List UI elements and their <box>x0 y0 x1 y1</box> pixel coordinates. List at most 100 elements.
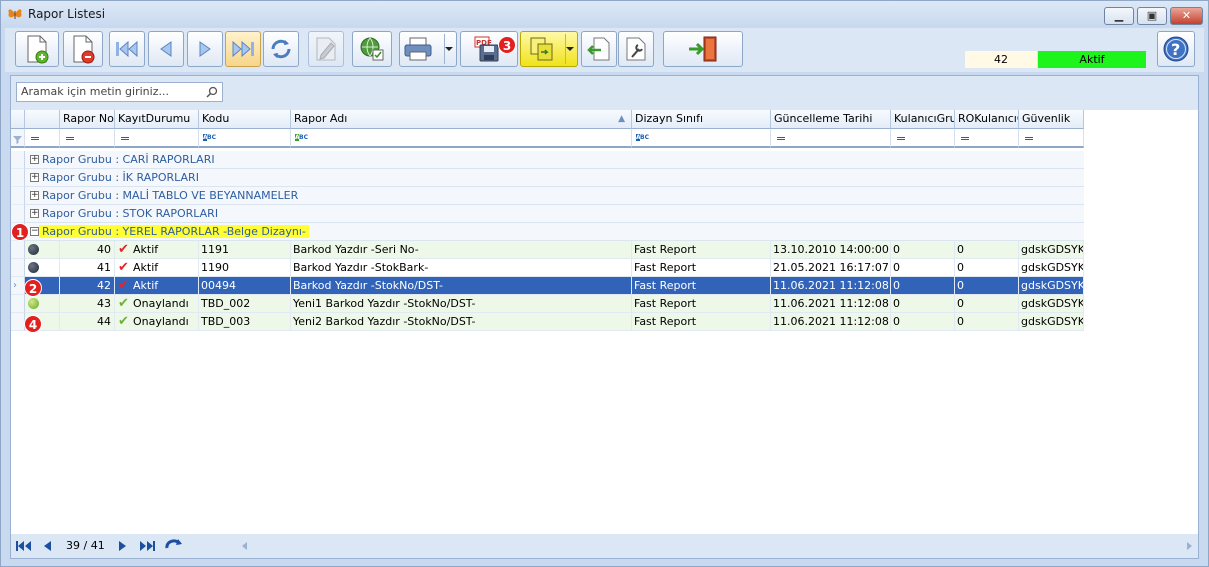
cell-guvenlik[interactable]: gdskGDSYK <box>1019 241 1084 259</box>
cell-rapor-no[interactable]: 43 <box>60 295 115 313</box>
new-report-button[interactable] <box>15 31 59 67</box>
group-row[interactable]: + Rapor Grubu : MALİ TABLO VE BEYANNAMEL… <box>11 187 1084 205</box>
expand-plus-icon[interactable]: + <box>30 209 39 218</box>
expand-plus-icon[interactable]: + <box>30 155 39 164</box>
next-record-button[interactable] <box>187 31 223 67</box>
col-header-rapor-no[interactable]: Rapor No <box>60 110 115 129</box>
group-cell[interactable]: + Rapor Grubu : MALİ TABLO VE BEYANNAMEL… <box>25 187 1084 205</box>
cell-kodu[interactable]: TBD_003 <box>199 313 291 331</box>
last-record-button[interactable] <box>225 31 261 67</box>
delete-report-button[interactable] <box>63 31 103 67</box>
cell-kodu[interactable]: 1190 <box>199 259 291 277</box>
filter-cell-status-dot[interactable] <box>25 129 60 148</box>
refresh-button[interactable] <box>263 31 299 67</box>
group-row[interactable]: + Rapor Grubu : İK RAPORLARI <box>11 169 1084 187</box>
cell-rapor-no[interactable]: 40 <box>60 241 115 259</box>
group-cell[interactable]: − Rapor Grubu : YEREL RAPORLAR -Belge Di… <box>25 223 1084 241</box>
cell-kodu[interactable]: TBD_002 <box>199 295 291 313</box>
cell-guncelleme-tarihi[interactable]: 11.06.2021 11:12:08 <box>771 295 891 313</box>
cell-kodu[interactable]: 00494 <box>199 277 291 295</box>
nav-refresh-button[interactable] <box>164 537 184 555</box>
cell-guvenlik[interactable]: gdskGDSYK <box>1019 313 1084 331</box>
table-row[interactable]: 43 ✔ Onaylandı TBD_002 Yeni1 Barkod Yazdı… <box>11 295 1084 313</box>
col-header-rapor-adi[interactable]: Rapor Adı ▲ <box>291 110 632 129</box>
filter-cell-ro-kullanici-grup[interactable] <box>955 129 1019 148</box>
maximize-button[interactable]: ▣ <box>1137 7 1167 25</box>
cell-dizayn-sinifi[interactable]: Fast Report <box>632 277 771 295</box>
cell-kayit-durumu[interactable]: ✔ Aktif <box>115 259 199 277</box>
cell-dizayn-sinifi[interactable]: Fast Report <box>632 259 771 277</box>
web-publish-button[interactable] <box>352 31 392 67</box>
cell-kullanici-grup[interactable]: 0 <box>891 277 955 295</box>
table-row[interactable]: 40 ✔ Aktif 1191 Barkod Yazdır -Seri No- F… <box>11 241 1084 259</box>
col-header-guvenlik[interactable]: Güvenlik <box>1019 110 1084 129</box>
close-button[interactable]: ✕ <box>1170 7 1203 25</box>
filter-cell-guncelleme-tarihi[interactable] <box>771 129 891 148</box>
group-cell[interactable]: + Rapor Grubu : İK RAPORLARI <box>25 169 1084 187</box>
report-designer-button[interactable] <box>520 31 578 67</box>
cell-ro-kullanici-grup[interactable]: 0 <box>955 259 1019 277</box>
cell-kayit-durumu[interactable]: ✔ Onaylandı <box>115 295 199 313</box>
filter-cell-dizayn-sinifi[interactable]: ABC <box>632 129 771 148</box>
cell-kayit-durumu[interactable]: ✔ Onaylandı <box>115 313 199 331</box>
col-header-guncelleme-tarihi[interactable]: Güncelleme Tarihi <box>771 110 891 129</box>
cell-rapor-adi[interactable]: Barkod Yazdır -StokNo/DST- <box>291 277 632 295</box>
edit-button[interactable] <box>308 31 344 67</box>
scroll-left-icon[interactable] <box>242 542 247 550</box>
cell-ro-kullanici-grup[interactable]: 0 <box>955 277 1019 295</box>
search-icon[interactable] <box>206 86 218 104</box>
exit-button[interactable] <box>663 31 743 67</box>
cell-rapor-no[interactable]: 41 <box>60 259 115 277</box>
help-button[interactable]: ? <box>1157 31 1195 67</box>
cell-kayit-durumu[interactable]: ✔ Aktif <box>115 277 199 295</box>
minimize-button[interactable]: ▁ <box>1104 7 1134 25</box>
table-row-selected[interactable]: › 42 ✔ Aktif 00494 Barkod Yazdır -StokNo/… <box>11 277 1084 295</box>
previous-record-button[interactable] <box>148 31 184 67</box>
settings-button[interactable] <box>618 31 654 67</box>
filter-cell-guvenlik[interactable] <box>1019 129 1084 148</box>
cell-rapor-adi[interactable]: Barkod Yazdır -Seri No- <box>291 241 632 259</box>
cell-guncelleme-tarihi[interactable]: 21.05.2021 16:17:07 <box>771 259 891 277</box>
filter-cell-kullanici-grup[interactable] <box>891 129 955 148</box>
cell-rapor-no[interactable]: 44 <box>60 313 115 331</box>
horizontal-scrollbar[interactable] <box>238 537 1196 555</box>
nav-last-button[interactable] <box>138 537 156 555</box>
cell-kullanici-grup[interactable]: 0 <box>891 295 955 313</box>
cell-ro-kullanici-grup[interactable]: 0 <box>955 241 1019 259</box>
col-header-kayit-durumu[interactable]: KayıtDurumu <box>115 110 199 129</box>
cell-kullanici-grup[interactable]: 0 <box>891 313 955 331</box>
filter-cell-rapor-no[interactable] <box>60 129 115 148</box>
import-button[interactable] <box>581 31 617 67</box>
cell-guvenlik[interactable]: gdskGDSYK <box>1019 277 1084 295</box>
chevron-down-icon[interactable] <box>566 47 574 51</box>
search-input[interactable]: Aramak için metin giriniz... <box>16 82 223 102</box>
expand-plus-icon[interactable]: + <box>30 173 39 182</box>
group-cell[interactable]: + Rapor Grubu : STOK RAPORLARI <box>25 205 1084 223</box>
group-row-expanded[interactable]: − Rapor Grubu : YEREL RAPORLAR -Belge Di… <box>11 223 1084 241</box>
table-row[interactable]: 41 ✔ Aktif 1190 Barkod Yazdır -StokBark- … <box>11 259 1084 277</box>
cell-dizayn-sinifi[interactable]: Fast Report <box>632 313 771 331</box>
cell-kullanici-grup[interactable]: 0 <box>891 259 955 277</box>
cell-guvenlik[interactable]: gdskGDSYK <box>1019 259 1084 277</box>
nav-first-button[interactable] <box>15 537 33 555</box>
expand-plus-icon[interactable]: + <box>30 191 39 200</box>
cell-guvenlik[interactable]: gdskGDSYK <box>1019 295 1084 313</box>
chevron-down-icon[interactable] <box>445 47 453 51</box>
group-row[interactable]: + Rapor Grubu : CARİ RAPORLARI <box>11 151 1084 169</box>
first-record-button[interactable] <box>109 31 145 67</box>
cell-kayit-durumu[interactable]: ✔ Aktif <box>115 241 199 259</box>
filter-cell-rapor-adi[interactable]: ABC <box>291 129 632 148</box>
cell-guncelleme-tarihi[interactable]: 13.10.2010 14:00:00 <box>771 241 891 259</box>
cell-dizayn-sinifi[interactable]: Fast Report <box>632 295 771 313</box>
table-row[interactable]: 44 ✔ Onaylandı TBD_003 Yeni2 Barkod Yazdı… <box>11 313 1084 331</box>
group-cell[interactable]: + Rapor Grubu : CARİ RAPORLARI <box>25 151 1084 169</box>
cell-rapor-no[interactable]: 42 <box>60 277 115 295</box>
filter-cell-kayit-durumu[interactable] <box>115 129 199 148</box>
cell-guncelleme-tarihi[interactable]: 11.06.2021 11:12:08 <box>771 277 891 295</box>
cell-ro-kullanici-grup[interactable]: 0 <box>955 295 1019 313</box>
filter-cell-kodu[interactable]: ABC <box>199 129 291 148</box>
col-header-kodu[interactable]: Kodu <box>199 110 291 129</box>
collapse-minus-icon[interactable]: − <box>30 227 39 236</box>
cell-kullanici-grup[interactable]: 0 <box>891 241 955 259</box>
cell-guncelleme-tarihi[interactable]: 11.06.2021 11:12:08 <box>771 313 891 331</box>
